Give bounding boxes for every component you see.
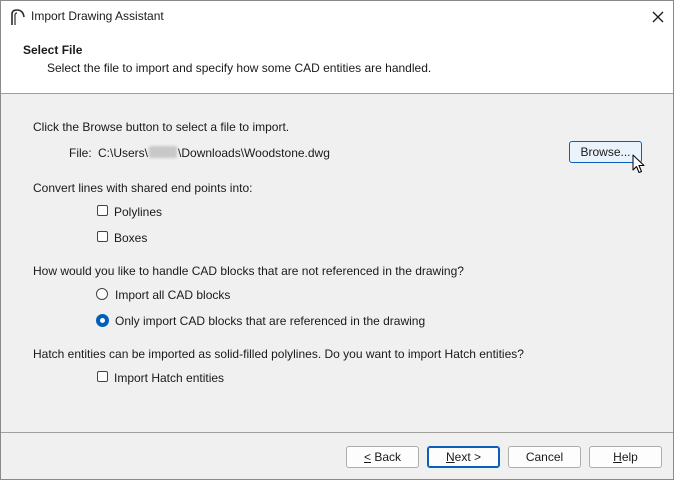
import-all-blocks-radio[interactable]: [96, 288, 108, 300]
import-hatch-checkbox[interactable]: [97, 371, 108, 382]
footer-divider: [1, 432, 673, 433]
import-drawing-assistant-window: Import Drawing Assistant Select File Sel…: [0, 0, 674, 480]
hatch-question: Hatch entities can be imported as solid-…: [33, 347, 524, 361]
import-referenced-blocks-label[interactable]: Only import CAD blocks that are referenc…: [115, 314, 425, 328]
window-title: Import Drawing Assistant: [31, 9, 164, 23]
import-hatch-label[interactable]: Import Hatch entities: [114, 371, 224, 385]
boxes-label[interactable]: Boxes: [114, 231, 147, 245]
boxes-checkbox[interactable]: [97, 231, 108, 242]
app-icon: [9, 8, 27, 26]
close-button[interactable]: [643, 1, 673, 32]
help-accelerator: H: [613, 450, 622, 464]
close-icon: [652, 11, 664, 22]
file-path-prefix: C:\Users\: [98, 146, 149, 160]
blocks-question: How would you like to handle CAD blocks …: [33, 264, 464, 278]
polylines-checkbox[interactable]: [97, 205, 108, 216]
file-label: File:: [69, 146, 92, 160]
wizard-content: Click the Browse button to select a file…: [1, 94, 673, 431]
import-referenced-blocks-radio[interactable]: [96, 314, 109, 327]
polylines-label[interactable]: Polylines: [114, 205, 162, 219]
next-button[interactable]: Next >: [427, 446, 500, 468]
back-accelerator: <: [363, 450, 371, 464]
browse-instruction: Click the Browse button to select a file…: [33, 120, 290, 134]
redacted-username: [149, 146, 178, 158]
back-button[interactable]: < Back: [346, 446, 419, 468]
page-title: Select File: [23, 43, 83, 57]
lines-question: Convert lines with shared end points int…: [33, 181, 253, 195]
back-label: Back: [371, 450, 402, 464]
file-path: C:\Users\ \Downloads\Woodstone.dwg: [98, 146, 330, 160]
wizard-header: Select File Select the file to import an…: [1, 32, 673, 94]
next-label: ext >: [454, 450, 482, 464]
import-all-blocks-label[interactable]: Import all CAD blocks: [115, 288, 230, 302]
help-label: elp: [621, 450, 638, 464]
cancel-button[interactable]: Cancel: [508, 446, 581, 468]
mouse-cursor-icon: [632, 154, 646, 179]
title-bar: Import Drawing Assistant: [1, 1, 673, 32]
help-button[interactable]: Help: [589, 446, 662, 468]
file-path-suffix: \Downloads\Woodstone.dwg: [178, 146, 330, 160]
next-accelerator: N: [445, 450, 455, 464]
page-description: Select the file to import and specify ho…: [47, 61, 432, 75]
